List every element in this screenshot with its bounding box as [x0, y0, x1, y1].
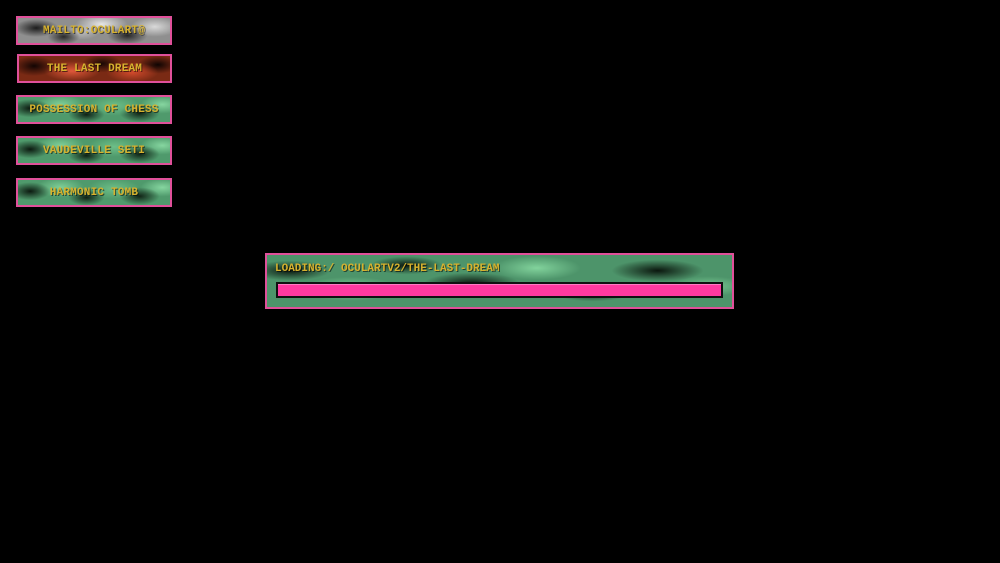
nav-button-label: VAUDEVILLE SETI: [42, 144, 146, 157]
nav-button-possession-of-chess[interactable]: POSSESSION OF CHESS: [16, 95, 172, 124]
nav-button-harmonic-tomb[interactable]: HARMONIC TOMB: [16, 178, 172, 207]
nav-button-label: MAILTO:OCULART@: [42, 24, 146, 37]
progress-bar-track: [276, 282, 723, 298]
loading-status-text: LOADING:/ OCULARTV2/THE-LAST-DREAM: [275, 263, 500, 275]
progress-bar-fill: [278, 284, 721, 296]
nav-button-label: THE LAST DREAM: [46, 62, 143, 75]
nav-button-label: HARMONIC TOMB: [49, 186, 139, 199]
nav-button-mailto[interactable]: MAILTO:OCULART@: [16, 16, 172, 45]
nav-button-vaudeville-seti[interactable]: VAUDEVILLE SETI: [16, 136, 172, 165]
nav-button-label: POSSESSION OF CHESS: [29, 103, 159, 116]
loading-panel: LOADING:/ OCULARTV2/THE-LAST-DREAM: [265, 253, 734, 309]
nav-button-the-last-dream[interactable]: THE LAST DREAM: [17, 54, 172, 83]
